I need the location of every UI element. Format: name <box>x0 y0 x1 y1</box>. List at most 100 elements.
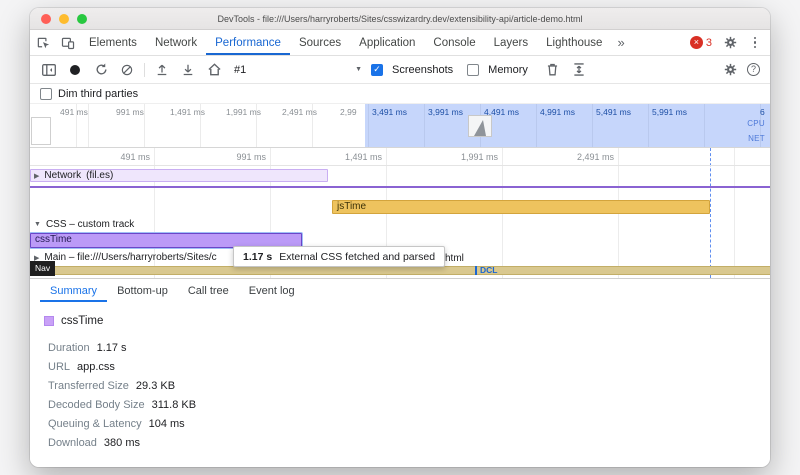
screenshots-checkbox[interactable]: ✓ <box>371 64 383 76</box>
help-icon[interactable]: ? <box>747 63 760 76</box>
tab-application[interactable]: Application <box>350 30 424 55</box>
summary-row-value: 29.3 KB <box>136 380 175 392</box>
overview-time-label: 3,991 ms <box>428 107 463 117</box>
overview-time-label: 3,491 ms <box>372 107 407 117</box>
ruler-label: 1,991 ms <box>418 152 498 162</box>
dcl-marker-line <box>710 148 711 278</box>
dim-third-parties-checkbox[interactable] <box>40 88 52 100</box>
more-tabs-chevron-icon[interactable]: » <box>611 30 630 55</box>
ruler-label: 991 ms <box>186 152 266 162</box>
tooltip-duration: 1.17 s <box>243 251 272 263</box>
summary-title: cssTime <box>61 315 103 327</box>
record-button[interactable] <box>64 59 86 81</box>
toggle-sidebar-icon[interactable] <box>38 59 60 81</box>
history-select[interactable]: #1 ▼ <box>229 60 367 80</box>
title-bar: DevTools - file:///Users/harryroberts/Si… <box>30 8 770 30</box>
summary-row-label: Decoded Body Size <box>48 399 145 411</box>
ruler-label: 2,491 ms <box>534 152 614 162</box>
record-and-reload-button[interactable] <box>90 59 112 81</box>
collect-garbage-icon[interactable] <box>542 59 564 81</box>
summary-row: URL app.css <box>48 357 770 376</box>
error-icon: × <box>690 36 703 49</box>
network-track-label: Network <box>44 170 81 181</box>
load-profile-icon[interactable] <box>151 59 173 81</box>
summary-row-value: app.css <box>77 361 115 373</box>
screenshots-label[interactable]: Screenshots <box>392 64 453 76</box>
network-track-detail: (fil.es) <box>86 170 113 181</box>
timings-lane-bar[interactable] <box>30 266 770 275</box>
overview-time-label: 5,491 ms <box>596 107 631 117</box>
error-count: 3 <box>706 37 712 49</box>
ruler-label: 1,491 ms <box>302 152 382 162</box>
page-thumbnail-shape <box>474 120 486 136</box>
tab-lighthouse[interactable]: Lighthouse <box>537 30 611 55</box>
screenshot-frame <box>31 117 51 145</box>
window-title: DevTools - file:///Users/harryroberts/Si… <box>218 14 583 24</box>
tab-elements[interactable]: Elements <box>80 30 146 55</box>
overview-time-label: 5,991 ms <box>652 107 687 117</box>
summary-row: Duration 1.17 s <box>48 338 770 357</box>
tooltip-text: External CSS fetched and parsed <box>279 251 435 263</box>
jstime-bar[interactable]: jsTime <box>332 200 710 214</box>
dcl-tick <box>475 266 477 275</box>
summary-row: Download 380 ms <box>48 433 770 452</box>
css-track-label: CSS – custom track <box>46 219 134 230</box>
settings-gear-icon[interactable] <box>718 36 743 49</box>
summary-row: Transferred Size 29.3 KB <box>48 376 770 395</box>
timeline-overview[interactable]: 491 ms 991 ms 1,491 ms 1,991 ms 2,491 ms… <box>30 104 770 148</box>
tab-summary[interactable]: Summary <box>40 279 107 302</box>
dim-third-parties-label[interactable]: Dim third parties <box>58 88 138 100</box>
more-options-kebab-icon[interactable] <box>746 37 764 49</box>
summary-row-label: Download <box>48 437 97 449</box>
main-track-label-suffix: html <box>445 253 464 264</box>
tab-performance[interactable]: Performance <box>206 30 290 55</box>
capture-settings-gear-icon[interactable] <box>719 59 741 81</box>
live-metrics-home-icon[interactable] <box>203 59 225 81</box>
minimize-button[interactable] <box>59 14 69 24</box>
console-error-badge[interactable]: × 3 <box>687 36 715 49</box>
tab-call-tree[interactable]: Call tree <box>178 279 239 302</box>
memory-label[interactable]: Memory <box>488 64 528 76</box>
tab-sources[interactable]: Sources <box>290 30 350 55</box>
flame-chart[interactable]: 491 ms 991 ms 1,491 ms 1,991 ms 2,491 ms… <box>30 148 770 278</box>
tab-network[interactable]: Network <box>146 30 206 55</box>
summary-row-value: 104 ms <box>149 418 185 430</box>
screenshot-thumbnail[interactable] <box>468 115 492 137</box>
close-button[interactable] <box>41 14 51 24</box>
details-tab-bar: Summary Bottom-up Call tree Event log <box>30 278 770 302</box>
device-toolbar-icon[interactable] <box>55 30 80 55</box>
zoom-button[interactable] <box>77 14 87 24</box>
summary-row-label: Queuing & Latency <box>48 418 142 430</box>
memory-checkbox[interactable] <box>467 64 479 76</box>
devtools-window: DevTools - file:///Users/harryroberts/Si… <box>30 8 770 467</box>
tab-layers[interactable]: Layers <box>485 30 538 55</box>
clear-button[interactable] <box>116 59 138 81</box>
timeline-ruler: 491 ms 991 ms 1,491 ms 1,991 ms 2,491 ms <box>30 148 770 166</box>
summary-panel: cssTime Duration 1.17 s URL app.css Tran… <box>30 302 770 467</box>
record-icon <box>70 65 80 75</box>
up-down-arrows-icon[interactable] <box>568 59 590 81</box>
summary-row-value: 1.17 s <box>97 342 127 354</box>
overview-time-label: 1,991 ms <box>226 107 261 117</box>
tab-bottom-up[interactable]: Bottom-up <box>107 279 178 302</box>
nav-badge: Nav <box>30 261 55 276</box>
main-track-label: Main – file:///Users/harryroberts/Sites/… <box>44 252 216 263</box>
css-custom-track-header[interactable]: ▼ CSS – custom track <box>34 219 134 230</box>
main-thread-track-header[interactable]: ▶ Main – file:///Users/harryroberts/Site… <box>34 252 217 263</box>
save-profile-icon[interactable] <box>177 59 199 81</box>
summary-row-label: Duration <box>48 342 90 354</box>
inspect-element-icon[interactable] <box>30 30 55 55</box>
overview-time-label: 991 ms <box>116 107 144 117</box>
event-tooltip: 1.17 s External CSS fetched and parsed <box>233 246 445 267</box>
tab-event-log[interactable]: Event log <box>239 279 305 302</box>
gridline <box>734 148 735 278</box>
devtools-tab-bar: Elements Network Performance Sources App… <box>30 30 770 56</box>
summary-row-value: 311.8 KB <box>152 399 196 411</box>
network-track-header[interactable]: ▶ Network (fil.es) <box>34 170 113 181</box>
tab-console[interactable]: Console <box>424 30 484 55</box>
overview-time-label: 4,991 ms <box>540 107 575 117</box>
summary-row-value: 380 ms <box>104 437 140 449</box>
cpu-lane-label: CPU <box>747 119 765 128</box>
ruler-label: 491 ms <box>70 152 150 162</box>
overview-time-label: 2,491 ms <box>282 107 317 117</box>
